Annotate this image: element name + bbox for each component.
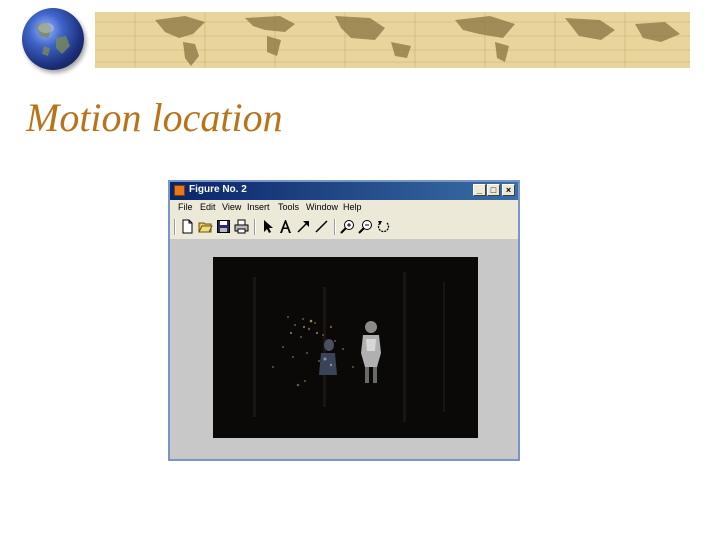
toolbar: [174, 217, 514, 237]
rotate-icon[interactable]: [376, 219, 391, 234]
menu-view[interactable]: View: [222, 202, 241, 212]
figure-canvas: [170, 239, 518, 459]
motion-frame-image: [213, 257, 478, 438]
menu-help[interactable]: Help: [343, 202, 362, 212]
zoom-out-icon[interactable]: [358, 219, 373, 234]
text-icon[interactable]: [278, 219, 293, 234]
slide-title: Motion location: [26, 95, 283, 140]
print-icon[interactable]: [234, 219, 249, 234]
menu-insert[interactable]: Insert: [247, 202, 270, 212]
close-button[interactable]: ×: [502, 184, 515, 196]
window-title: Figure No. 2: [189, 184, 247, 195]
globe-icon: [22, 8, 84, 70]
title-bar[interactable]: Figure No. 2 _ □ ×: [170, 182, 518, 200]
save-icon[interactable]: [216, 219, 231, 234]
open-folder-icon[interactable]: [198, 219, 213, 234]
figure-window-icon: [174, 185, 185, 196]
minimize-button[interactable]: _: [473, 184, 486, 196]
new-file-icon[interactable]: [180, 219, 195, 234]
menu-bar: File Edit View Insert Tools Window Help: [170, 201, 518, 215]
toolbar-separator: [254, 219, 256, 235]
toolbar-separator: [174, 219, 176, 235]
menu-window[interactable]: Window: [306, 202, 338, 212]
maximize-button[interactable]: □: [487, 184, 500, 196]
figure-window: Figure No. 2 _ □ × File Edit View Insert…: [168, 180, 520, 461]
line-icon[interactable]: [314, 219, 329, 234]
menu-edit[interactable]: Edit: [200, 202, 216, 212]
map-banner: [95, 12, 690, 68]
arrow-icon[interactable]: [296, 219, 311, 234]
toolbar-separator: [334, 219, 336, 235]
zoom-in-icon[interactable]: [340, 219, 355, 234]
menu-tools[interactable]: Tools: [278, 202, 299, 212]
menu-file[interactable]: File: [178, 202, 193, 212]
select-arrow-icon[interactable]: [260, 219, 275, 234]
